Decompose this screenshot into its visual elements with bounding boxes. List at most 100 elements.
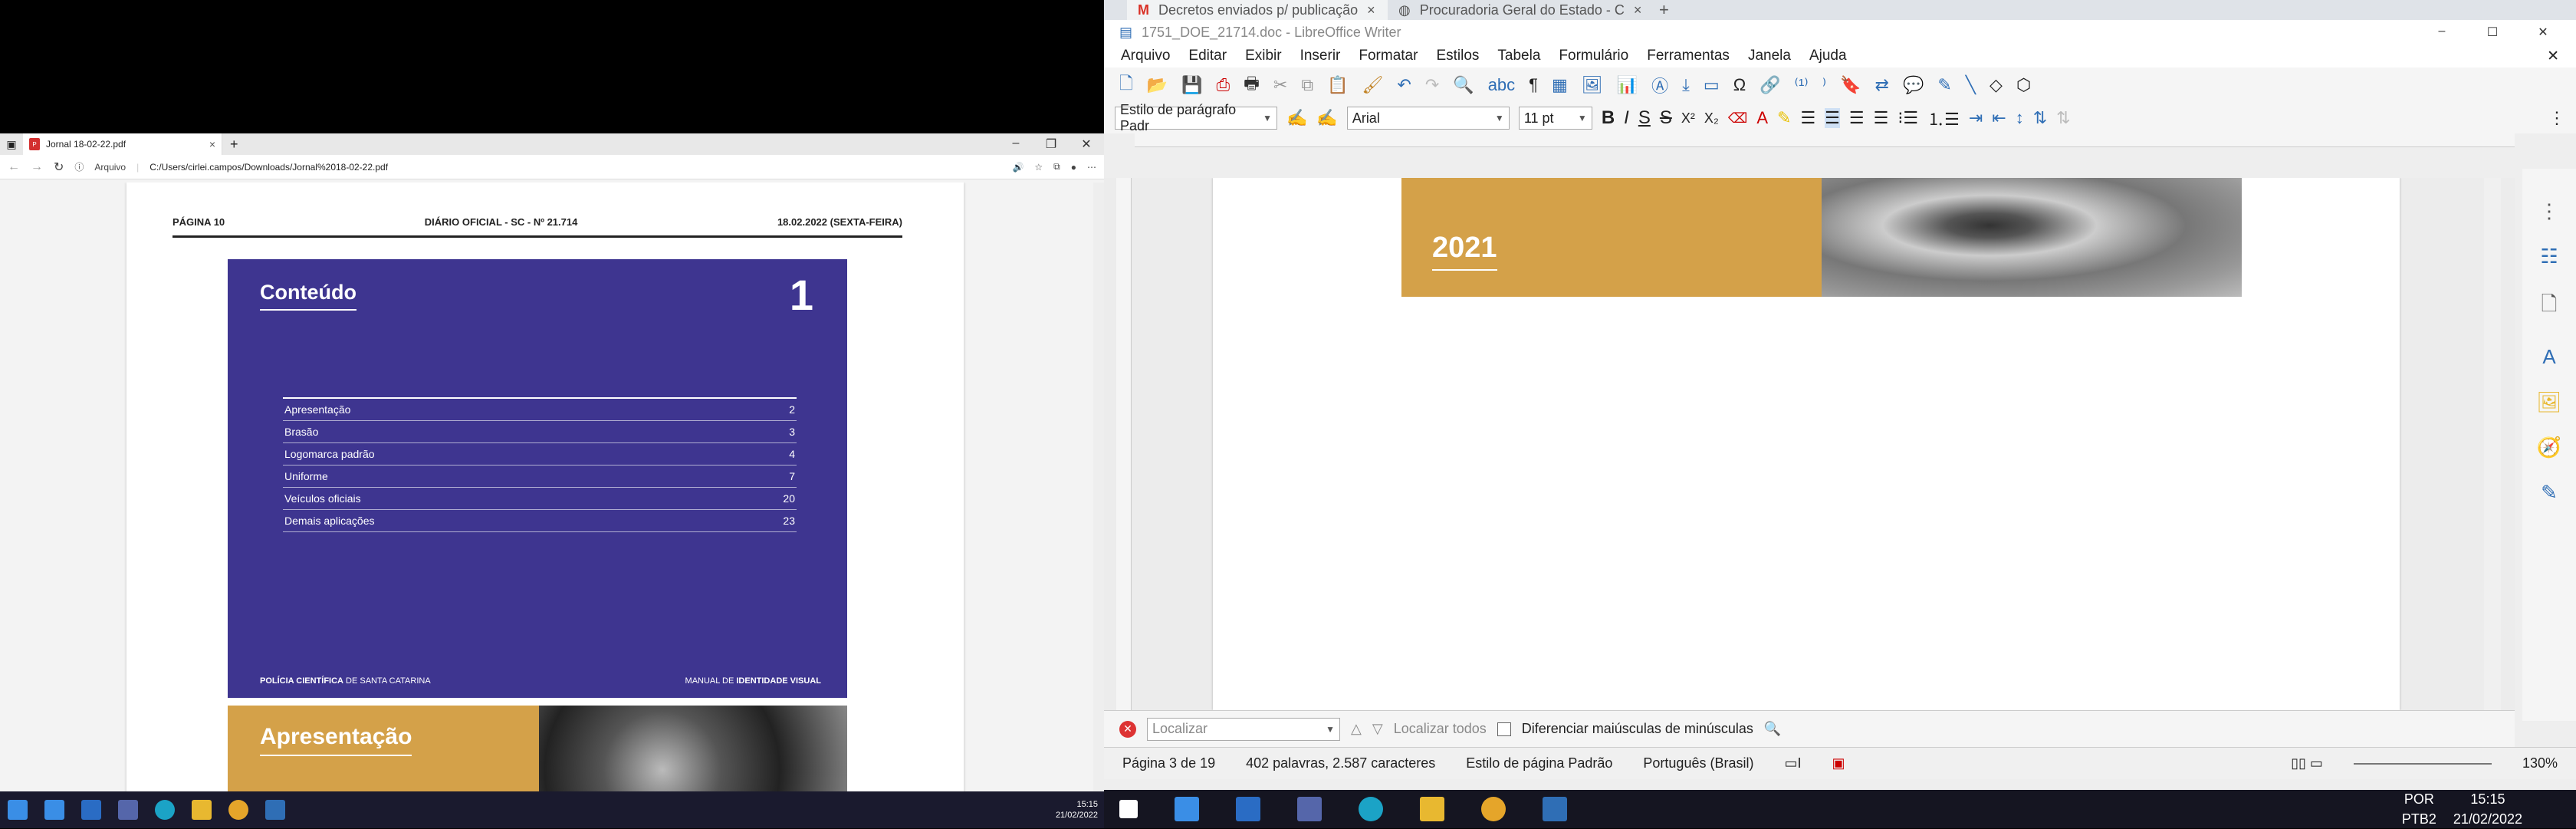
undo-icon[interactable]: ↶ — [1397, 75, 1411, 95]
save-icon[interactable]: 💾 — [1181, 75, 1202, 95]
tab-actions-icon[interactable]: ▣ — [0, 138, 23, 151]
find-all-button[interactable]: Localizar todos — [1394, 721, 1487, 737]
align-left-icon[interactable]: ☰ — [1800, 108, 1815, 128]
windows-start-icon[interactable] — [1119, 800, 1138, 818]
special-char-icon[interactable]: Ω — [1733, 75, 1746, 95]
vertical-ruler[interactable] — [1116, 178, 1132, 710]
gallery-icon[interactable]: 🖼 — [2536, 390, 2561, 414]
menu-formatar[interactable]: Formatar — [1359, 48, 1418, 64]
clone-format-icon[interactable]: 🖌 — [1362, 75, 1383, 95]
menu-inserir[interactable]: Inserir — [1300, 48, 1341, 64]
maximize-button[interactable]: ☐ — [2475, 25, 2510, 40]
close-window-button[interactable]: ✕ — [2525, 25, 2561, 40]
menu-tabela[interactable]: Tabela — [1497, 48, 1540, 64]
find-input[interactable]: Localizar ▼ — [1147, 717, 1340, 741]
font-size-select[interactable]: 11 pt ▼ — [1518, 107, 1592, 130]
increase-indent-icon[interactable]: ⇥ — [1969, 108, 1983, 128]
footnote-icon[interactable]: ⁽¹⁾ — [1795, 75, 1809, 95]
writer-icon[interactable] — [1543, 797, 1567, 821]
folder-icon[interactable] — [192, 800, 212, 820]
menu-arquivo[interactable]: Arquivo — [1121, 48, 1170, 64]
horizontal-ruler[interactable] — [1135, 133, 2515, 147]
open-icon[interactable]: 📂 — [1147, 75, 1168, 95]
browser-tab-pge[interactable]: ◍ Procuradoria Geral do Estado - C × — [1388, 0, 1648, 20]
info-icon[interactable]: ⓘ — [74, 160, 84, 173]
decrease-indent-icon[interactable]: ⇤ — [1992, 108, 2006, 128]
superscript-icon[interactable]: X² — [1681, 110, 1695, 127]
hyperlink-icon[interactable]: 🔗 — [1760, 75, 1780, 95]
chrome-icon[interactable] — [228, 800, 248, 820]
chart-icon[interactable]: 📊 — [1617, 75, 1638, 95]
line-spacing-icon[interactable]: ↕ — [2016, 108, 2024, 128]
match-case-checkbox[interactable] — [1497, 722, 1511, 736]
find-next-icon[interactable]: ▽ — [1372, 721, 1383, 737]
clear-format-icon[interactable]: ⌫ — [1728, 110, 1747, 127]
close-window-button[interactable]: ✕ — [1069, 137, 1104, 152]
find-replace-icon[interactable]: 🔍 — [1764, 721, 1781, 737]
store-icon[interactable] — [44, 800, 64, 820]
shapes-icon[interactable]: ◇ — [1990, 75, 2003, 95]
crossref-icon[interactable]: ⇄ — [1875, 75, 1889, 95]
edge-icon[interactable] — [155, 800, 175, 820]
comment-icon[interactable]: 💬 — [1903, 75, 1924, 95]
taskbar-right-tray[interactable]: POR PTB2 15:15 21/02/2022 — [2402, 789, 2522, 829]
taskbar-left-clock[interactable]: 15:15 21/02/2022 — [1056, 799, 1098, 821]
signature-icon[interactable]: ▣ — [1832, 755, 1845, 771]
image-icon[interactable]: 🖼 — [1582, 75, 1603, 95]
menu-ajuda[interactable]: Ajuda — [1809, 48, 1847, 64]
store-icon[interactable] — [1175, 797, 1199, 821]
find-replace-icon[interactable]: 🔍 — [1453, 75, 1474, 95]
edge-tab-pdf[interactable]: P Jornal 18-02-22.pdf × — [23, 133, 222, 155]
new-tab-button[interactable]: + — [222, 137, 246, 153]
minimize-button[interactable]: – — [2424, 25, 2459, 40]
paragraph-style-select[interactable]: Estilo de parágrafo Padr ▼ — [1115, 102, 1277, 133]
writer-icon[interactable] — [265, 800, 285, 820]
view-layout-icon[interactable]: ▯▯ ▭ — [2291, 755, 2323, 771]
find-previous-icon[interactable]: △ — [1351, 721, 1362, 737]
justify-icon[interactable]: ☰ — [1874, 108, 1889, 128]
align-right-icon[interactable]: ☰ — [1849, 108, 1865, 128]
menu-estilos[interactable]: Estilos — [1436, 48, 1479, 64]
endnote-icon[interactable]: ⁾ — [1822, 75, 1826, 95]
highlight-icon[interactable]: ✎ — [1777, 108, 1791, 128]
profile-icon[interactable]: ● — [1071, 162, 1076, 173]
page-icon[interactable]: 🗋 — [2542, 290, 2558, 324]
status-words[interactable]: 402 palavras, 2.587 caracteres — [1246, 755, 1435, 771]
numbering-icon[interactable]: ⒈☰ — [1927, 106, 1960, 130]
new-tab-button[interactable]: + — [1648, 0, 1680, 20]
menu-exibir[interactable]: Exibir — [1245, 48, 1282, 64]
status-language[interactable]: Português (Brasil) — [1643, 755, 1753, 771]
back-icon[interactable]: ← — [8, 160, 20, 174]
favorites-icon[interactable]: ☆ — [1034, 162, 1043, 173]
zoom-slider[interactable] — [2353, 762, 2492, 765]
menu-janela[interactable]: Janela — [1748, 48, 1791, 64]
sidebar-menu-icon[interactable]: ⋮ — [2539, 199, 2559, 223]
bookmark-icon[interactable]: 🔖 — [1840, 75, 1861, 95]
forward-icon[interactable]: → — [31, 160, 43, 174]
mail-icon[interactable] — [81, 800, 101, 820]
formatting-marks-icon[interactable]: ¶ — [1529, 75, 1538, 95]
subscript-icon[interactable]: X₂ — [1704, 110, 1719, 127]
page-break-icon[interactable]: ⤓ — [1682, 75, 1690, 95]
close-icon[interactable]: × — [1634, 2, 1642, 18]
system-clock[interactable]: 15:15 21/02/2022 — [2453, 789, 2522, 829]
styles-icon[interactable]: A — [2542, 345, 2555, 369]
strikethrough-icon[interactable]: S — [1660, 107, 1672, 129]
start-icon[interactable] — [8, 800, 28, 820]
address-url[interactable]: C:/Users/cirlei.campos/Downloads/Jornal%… — [150, 162, 388, 173]
mail-icon[interactable] — [1236, 797, 1260, 821]
underline-icon[interactable]: S — [1638, 107, 1651, 129]
refresh-icon[interactable]: ↻ — [54, 160, 64, 175]
status-page-style[interactable]: Estilo de página Padrão — [1466, 755, 1612, 771]
status-page[interactable]: Página 3 de 19 — [1122, 755, 1215, 771]
print-icon[interactable]: 🖶 — [1244, 71, 1260, 100]
new-icon[interactable]: 🗋 — [1119, 71, 1133, 100]
more-icon[interactable]: ⋯ — [1087, 162, 1096, 173]
line-icon[interactable]: ╲ — [1966, 75, 1976, 95]
properties-icon[interactable]: ☷ — [2540, 245, 2558, 268]
close-find-icon[interactable]: ✕ — [1119, 720, 1136, 738]
font-color-icon[interactable]: A — [1756, 108, 1768, 128]
navigator-icon[interactable]: 🧭 — [2537, 436, 2561, 459]
menu-ferramentas[interactable]: Ferramentas — [1647, 48, 1730, 64]
more-options-icon[interactable]: ⋮ — [2548, 108, 2565, 128]
